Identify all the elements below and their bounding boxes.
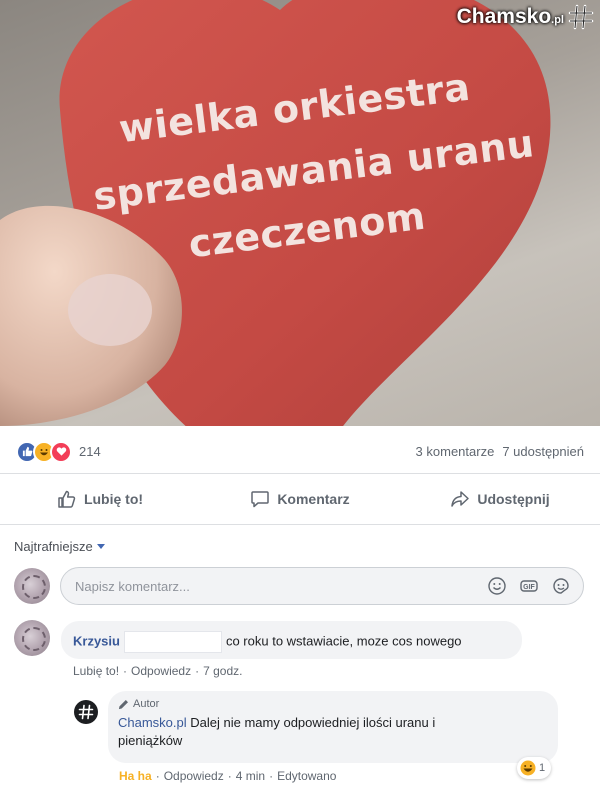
watermark-suffix: .pl bbox=[551, 14, 564, 26]
comment-time[interactable]: 7 godz. bbox=[203, 664, 242, 678]
image-text-line-3: czeczenom bbox=[186, 193, 428, 267]
reply-haha-link[interactable]: Ha ha bbox=[119, 769, 152, 783]
share-button-label: Udostępnij bbox=[477, 491, 550, 507]
author-badge: Autor bbox=[118, 698, 548, 710]
reply-edited[interactable]: Edytowano bbox=[277, 769, 336, 783]
share-button[interactable]: Udostępnij bbox=[400, 474, 600, 524]
watermark-brand: Chamsko bbox=[456, 5, 552, 28]
reply-text-line-2: pieniążków bbox=[118, 733, 183, 748]
share-arrow-icon bbox=[451, 491, 470, 507]
like-button[interactable]: Lubię to! bbox=[0, 474, 200, 524]
comment-bubble: Krzysiu co roku to wstawiacie, moze cos n… bbox=[61, 621, 522, 659]
post-stats: 214 3 komentarze 7 udostępnień bbox=[0, 430, 600, 474]
love-reaction-icon bbox=[50, 440, 72, 463]
comment-button-label: Komentarz bbox=[277, 491, 350, 507]
redacted-name-box bbox=[123, 631, 222, 653]
hashtag-icon bbox=[78, 704, 94, 720]
chamsko-watermark: Chamsko.pl bbox=[457, 4, 594, 30]
reply-reply-link[interactable]: Odpowiedz bbox=[164, 769, 224, 783]
chamsko-avatar[interactable] bbox=[74, 700, 98, 724]
like-button-label: Lubię to! bbox=[83, 491, 144, 507]
comment-sort-dropdown[interactable]: Najtrafniejsze bbox=[14, 539, 105, 554]
emoji-icon[interactable] bbox=[487, 576, 507, 596]
gif-icon[interactable]: GIF bbox=[519, 576, 539, 596]
commenter-avatar[interactable] bbox=[14, 620, 50, 656]
reply-reaction-count: 1 bbox=[539, 762, 546, 774]
reply-bubble: Autor Chamsko.pl Dalej nie mamy odpowied… bbox=[108, 691, 558, 763]
reply-text-line-1: Dalej nie mamy odpowiedniej ilości uranu… bbox=[190, 715, 436, 730]
shares-count-link[interactable]: 7 udostępnień bbox=[502, 444, 584, 459]
comments-count-link[interactable]: 3 komentarze bbox=[416, 444, 495, 459]
comment-input[interactable] bbox=[73, 577, 487, 595]
post-actions: Lubię to! Komentarz Udostępnij bbox=[0, 474, 600, 525]
current-user-avatar[interactable] bbox=[14, 568, 50, 604]
comment-reply-link[interactable]: Odpowiedz bbox=[131, 664, 191, 678]
pencil-icon bbox=[118, 699, 128, 709]
reply-author-link[interactable]: Chamsko.pl bbox=[118, 715, 187, 730]
thumbs-up-icon bbox=[58, 490, 76, 508]
comment-button[interactable]: Komentarz bbox=[200, 474, 400, 524]
haha-reaction-icon bbox=[520, 760, 536, 776]
post-image[interactable]: wielka orkiestra sprzedawania uranu czec… bbox=[0, 0, 600, 426]
svg-text:GIF: GIF bbox=[523, 584, 535, 591]
comment-composer[interactable]: GIF bbox=[60, 567, 584, 605]
reply-meta: Ha ha · Odpowiedz · 4 min · Edytowano bbox=[119, 769, 337, 783]
reply-time[interactable]: 4 min bbox=[236, 769, 265, 783]
reactions-summary[interactable]: 214 bbox=[16, 440, 101, 463]
sort-label: Najtrafniejsze bbox=[14, 539, 93, 554]
reaction-count: 214 bbox=[79, 444, 101, 459]
comment-like-link[interactable]: Lubię to! bbox=[73, 664, 119, 678]
comment-meta: Lubię to! · Odpowiedz · 7 godz. bbox=[73, 664, 243, 678]
sticker-icon[interactable] bbox=[551, 576, 571, 596]
author-badge-label: Autor bbox=[133, 698, 160, 710]
comment-text: co roku to wstawiacie, moze cos nowego bbox=[225, 633, 462, 649]
comment-author-link[interactable]: Krzysiu bbox=[73, 633, 120, 648]
hashtag-logo-icon bbox=[568, 4, 594, 30]
caret-down-icon bbox=[96, 544, 105, 549]
reply-reaction-badge[interactable]: 1 bbox=[517, 757, 552, 779]
speech-bubble-icon bbox=[251, 491, 270, 508]
